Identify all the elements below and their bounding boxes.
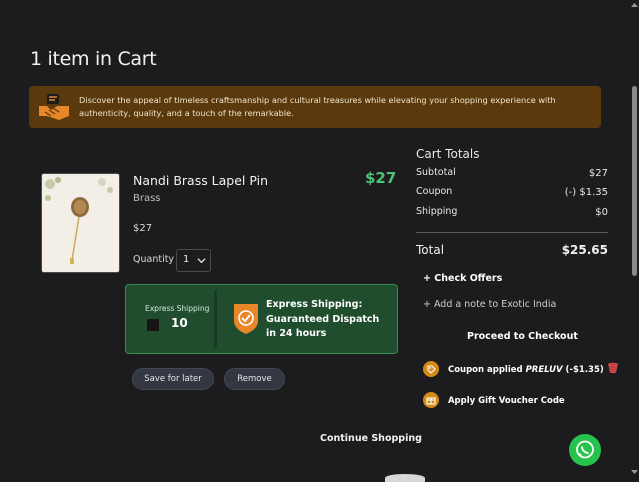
express-shipping-checkbox[interactable] [147,319,159,331]
coupon-value: (-) $1.35 [564,187,608,198]
gift-voucher-row[interactable]: Apply Gift Voucher Code [423,392,565,408]
scrollbar-thumb[interactable] [632,86,637,276]
proceed-to-checkout-button[interactable]: Proceed to Checkout [467,331,578,342]
info-banner: Discover the appeal of timeless craftsma… [29,86,601,128]
page-title: 1 item in Cart [30,48,157,70]
total-value: $25.65 [561,243,608,257]
coupon-label: Coupon [416,186,453,197]
subtotal-value: $27 [588,168,608,179]
express-shipping-box[interactable]: Express Shipping 10 Express Shipping: Gu… [125,284,398,354]
check-offers-button[interactable]: + Check Offers [423,273,502,284]
bottom-element-partial [385,474,425,482]
quantity-value: 1 [183,254,190,265]
scroll-down-arrow-icon[interactable] [631,469,638,475]
coupon-applied-row: Coupon applied PRELUV (-$1.35) 🗑 [423,361,619,377]
trash-icon[interactable]: 🗑 [607,364,620,375]
shipping-label: Shipping [416,206,458,217]
gift-voucher-label: Apply Gift Voucher Code [447,395,565,406]
banner-text: Discover the appeal of timeless craftsma… [79,95,556,118]
shipping-value: $0 [595,207,608,218]
coupon-prefix: Coupon applied [447,364,526,375]
total-label: Total [416,243,445,257]
product-image[interactable] [41,173,120,273]
unit-price: $27 [133,223,153,234]
subtotal-label: Subtotal [416,167,456,178]
product-price: $27 [365,169,397,187]
express-shipping-title: Express Shipping: Guaranteed Dispatch in… [266,299,380,339]
totals-divider [416,232,608,233]
tag-icon [423,361,439,377]
product-name[interactable]: Nandi Brass Lapel Pin [133,173,268,188]
continue-shopping-link[interactable]: Continue Shopping [320,433,422,444]
express-days: 10 [171,316,188,330]
remove-button[interactable]: Remove [224,368,285,390]
cart-totals-title: Cart Totals [416,147,480,161]
scroll-up-arrow-icon[interactable] [631,2,638,8]
whatsapp-button[interactable] [569,434,601,466]
express-shipping-label: Express Shipping [145,304,210,313]
chevron-down-icon [197,258,206,264]
coupon-applied-text: Coupon applied PRELUV (-$1.35) [448,365,604,375]
shield-check-icon [234,304,258,334]
add-note-link[interactable]: + Add a note to Exotic India [423,299,556,310]
product-material: Brass [133,193,161,204]
divider [214,290,217,348]
gift-icon [423,392,439,408]
handshake-icon [39,94,69,120]
quantity-label: Quantity [133,254,175,265]
whatsapp-icon [576,440,594,459]
save-for-later-button[interactable]: Save for later [132,368,214,390]
coupon-code: PRELUV [525,364,563,375]
coupon-amount: (-$1.35) [562,364,604,375]
quantity-select[interactable]: 1 [176,249,211,272]
